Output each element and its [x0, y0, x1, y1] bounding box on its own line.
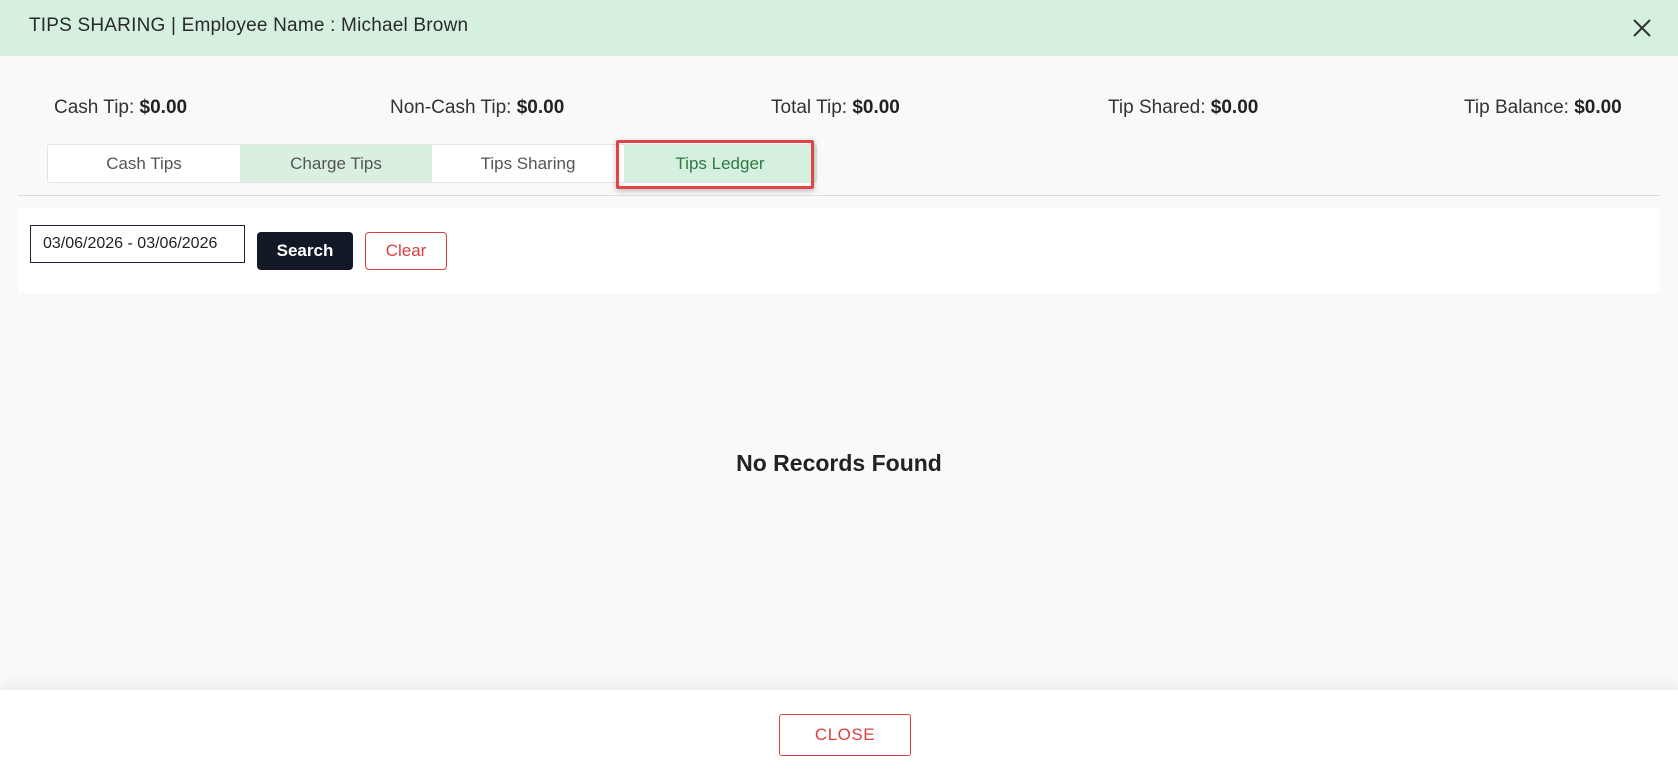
cash-tip-label: Cash Tip:: [54, 97, 135, 118]
total-tip-summary: Total Tip: $0.00: [771, 97, 900, 119]
modal-title: TIPS SHARING | Employee Name : Michael B…: [29, 15, 469, 36]
tip-summary: Cash Tip: $0.00 Non-Cash Tip: $0.00 Tota…: [0, 97, 1678, 123]
date-range-input[interactable]: [30, 225, 245, 263]
tip-balance-value: $0.00: [1574, 97, 1622, 118]
total-tip-label: Total Tip:: [771, 97, 848, 118]
tips-sharing-modal: TIPS SHARING | Employee Name : Michael B…: [0, 0, 1678, 775]
non-cash-tip-summary: Non-Cash Tip: $0.00: [390, 97, 564, 119]
close-button[interactable]: CLOSE: [779, 714, 911, 756]
search-button[interactable]: Search: [257, 232, 353, 270]
tip-shared-label: Tip Shared:: [1108, 97, 1206, 118]
modal-header: TIPS SHARING | Employee Name : Michael B…: [0, 0, 1678, 56]
close-icon[interactable]: [1628, 14, 1656, 42]
tip-shared-value: $0.00: [1210, 97, 1259, 118]
tip-balance-label: Tip Balance:: [1464, 97, 1569, 118]
tab-charge-tips[interactable]: Charge Tips: [240, 145, 432, 182]
modal-footer: CLOSE: [0, 690, 1678, 775]
divider: [18, 195, 1660, 196]
empty-state-message: No Records Found: [736, 450, 942, 476]
tip-balance-summary: Tip Balance: $0.00: [1464, 97, 1622, 119]
tip-shared-summary: Tip Shared: $0.00: [1108, 97, 1258, 119]
cash-tip-value: $0.00: [139, 97, 188, 118]
tab-tips-ledger[interactable]: Tips Ledger: [624, 145, 816, 182]
non-cash-tip-value: $0.00: [516, 97, 565, 118]
total-tip-value: $0.00: [852, 97, 900, 118]
cash-tip-summary: Cash Tip: $0.00: [54, 97, 187, 119]
clear-button[interactable]: Clear: [365, 232, 447, 270]
filter-panel: Search Clear: [18, 208, 1660, 293]
tab-cash-tips[interactable]: Cash Tips: [48, 145, 240, 182]
tab-tips-sharing[interactable]: Tips Sharing: [432, 145, 624, 182]
tab-bar: Cash Tips Charge Tips Tips Sharing Tips …: [47, 144, 817, 183]
non-cash-tip-label: Non-Cash Tip:: [390, 97, 512, 118]
